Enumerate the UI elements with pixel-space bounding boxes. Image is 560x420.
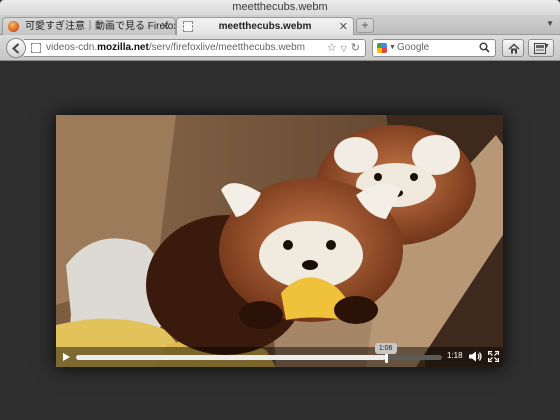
tab-list-chevron-icon[interactable]: ▼ (546, 19, 554, 28)
url-prefix: videos-cdn. (46, 42, 98, 53)
play-icon[interactable] (62, 352, 71, 362)
url-bar[interactable]: videos-cdn.mozilla.net/serv/firefoxlive/… (24, 39, 366, 57)
tab-firefox-video[interactable]: 可愛すぎ注意｜動画で見る Firefox ✕ (2, 17, 176, 35)
current-time-tooltip: 1:06 (374, 343, 397, 354)
duration-label: 1:18 (447, 351, 463, 360)
video-frame-red-pandas (56, 115, 503, 367)
new-tab-button[interactable]: + (356, 18, 374, 33)
home-icon (508, 43, 520, 54)
home-button[interactable] (502, 39, 524, 57)
google-engine-icon[interactable] (377, 43, 387, 53)
tab-label: meetthecubs.webm (218, 21, 312, 32)
tab-label: 可愛すぎ注意｜動画で見る Firefox (25, 21, 176, 32)
back-button[interactable] (6, 38, 26, 58)
video-player[interactable]: 1:06 1:18 (56, 115, 503, 367)
close-tab-icon[interactable]: ✕ (161, 19, 170, 35)
volume-icon[interactable] (469, 351, 482, 362)
bookmark-star-icon[interactable]: ☆ (327, 42, 337, 54)
history-dropdown-icon[interactable]: ▽ (341, 44, 347, 53)
window-title: meetthecubs.webm (0, 0, 560, 15)
url-path: /serv/firefoxlive/meetthecubs.webm (148, 42, 305, 53)
tab-strip: 可愛すぎ注意｜動画で見る Firefox ✕ meetthecubs.webm … (0, 15, 560, 35)
search-icon[interactable] (479, 42, 490, 53)
search-input[interactable]: Google (397, 40, 429, 56)
blank-document-icon (183, 21, 193, 32)
seek-bar[interactable]: 1:06 (76, 343, 442, 363)
bookmarks-dropdown-icon: ▼ (543, 43, 550, 50)
page-content: 1:06 1:18 (0, 62, 560, 420)
bookmarks-menu-button[interactable]: ▼ (528, 39, 554, 57)
url-text[interactable]: videos-cdn.mozilla.net/serv/firefoxlive/… (46, 40, 305, 56)
search-bar[interactable]: ▼ Google (372, 39, 496, 57)
engine-dropdown-icon[interactable]: ▼ (389, 40, 396, 56)
url-domain: mozilla.net (97, 42, 149, 53)
reload-icon[interactable]: ↻ (351, 42, 360, 54)
seek-bar-progress (76, 355, 386, 360)
back-arrow-icon (12, 43, 20, 54)
video-controls: 1:06 1:18 (56, 343, 503, 367)
firefox-icon (8, 21, 19, 32)
navigation-toolbar: videos-cdn.mozilla.net/serv/firefoxlive/… (0, 35, 560, 61)
fullscreen-icon[interactable] (488, 351, 499, 362)
site-identity-icon[interactable] (31, 43, 41, 53)
close-tab-icon[interactable]: ✕ (339, 19, 348, 35)
tab-meetthecubs[interactable]: meetthecubs.webm ✕ (176, 17, 354, 35)
